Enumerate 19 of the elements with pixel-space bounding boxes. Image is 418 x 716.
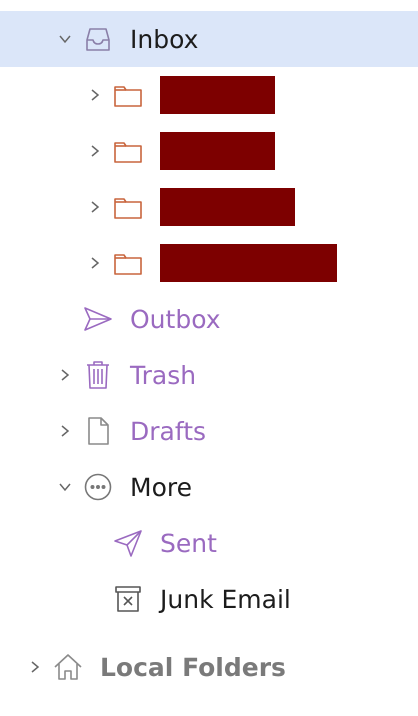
folder-label: More: [130, 472, 192, 502]
folder-label: Outbox: [130, 304, 221, 334]
folder-label: Trash: [130, 360, 196, 390]
folder-row[interactable]: Sent: [0, 515, 418, 571]
account-label[interactable]: Local Folders: [100, 652, 286, 682]
folder-row[interactable]: Junk Email: [0, 571, 418, 627]
folder-label: Sent: [160, 528, 217, 558]
folder-label: Inbox: [130, 24, 198, 54]
folder-row[interactable]: Outbox: [0, 291, 418, 347]
folder-label: Drafts: [130, 416, 206, 446]
home-icon: [52, 651, 84, 683]
folder-row[interactable]: More: [0, 459, 418, 515]
folder-row[interactable]: Drafts: [0, 403, 418, 459]
junk-box-icon: [112, 583, 144, 615]
more-icon: [82, 471, 114, 503]
folder-label: Junk Email: [160, 584, 291, 614]
paper-plane-icon: [112, 527, 144, 559]
folder-row[interactable]: Trash: [0, 347, 418, 403]
folder-row[interactable]: Inbox: [0, 11, 418, 67]
